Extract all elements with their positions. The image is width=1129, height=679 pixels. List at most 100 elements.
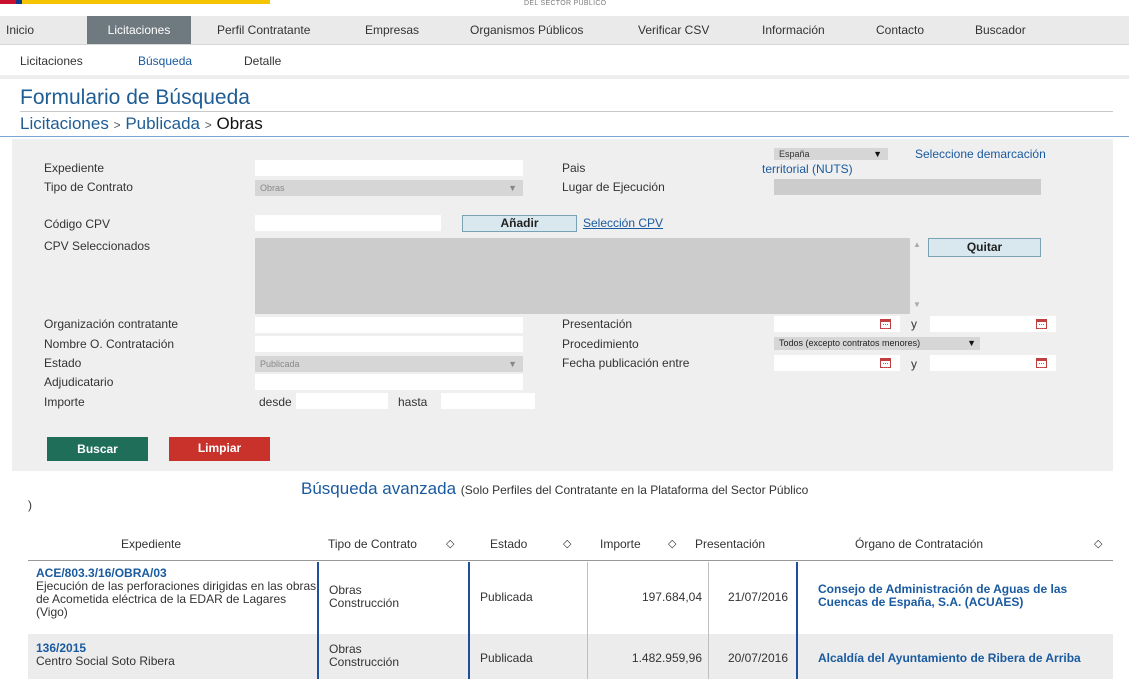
advanced-search-link[interactable]: Búsqueda avanzada (301, 479, 456, 498)
limpiar-button[interactable]: Limpiar (169, 437, 270, 461)
codigo-cpv-label: Código CPV (44, 217, 111, 231)
importe-desde-label: desde (259, 395, 292, 409)
cell-expediente: 136/2015 Centro Social Soto Ribera (28, 634, 317, 679)
sort-icon[interactable]: ◇ (1094, 530, 1102, 558)
nav-perfil-contratante[interactable]: Perfil Contratante (217, 16, 310, 44)
nav-informacion[interactable]: Información (762, 16, 825, 44)
organo-link[interactable]: Alcaldía del Ayuntamiento de Ribera de A… (818, 651, 1081, 665)
chevron-down-icon: ▼ (508, 359, 517, 369)
nav-buscador[interactable]: Buscador (975, 16, 1026, 44)
nav-inicio[interactable]: Inicio (0, 16, 64, 44)
col-organo[interactable]: Órgano de Contratación (855, 530, 983, 558)
breadcrumb-publicada[interactable]: Publicada (125, 114, 200, 133)
estado-value: Publicada (480, 651, 533, 665)
expediente-descripcion: Ejecución de las perforaciones dirigidas… (36, 579, 317, 619)
organo-link[interactable]: Consejo de Administración de Aguas de la… (818, 582, 1067, 609)
adjudicatario-input[interactable] (255, 374, 523, 390)
cell-expediente: ACE/803.3/16/OBRA/03 Ejecución de las pe… (28, 562, 317, 634)
sub-nav: Licitaciones Búsqueda Detalle (0, 45, 1129, 79)
cpv-seleccionados-label: CPV Seleccionados (44, 239, 151, 253)
importe-value: 1.482.959,96 (631, 651, 702, 665)
breadcrumb-obras: Obras (216, 114, 263, 133)
cell-organo: Alcaldía del Ayuntamiento de Ribera de A… (796, 634, 1113, 679)
table-row[interactable]: 136/2015 Centro Social Soto Ribera Obras… (28, 634, 1113, 679)
cell-presentacion: 21/07/2016 (708, 562, 796, 634)
expediente-input[interactable] (255, 160, 523, 176)
chevron-down-icon: ▼ (967, 338, 976, 348)
importe-desde-input[interactable] (296, 393, 388, 409)
presentacion-label: Presentación (562, 317, 633, 331)
col-expediente[interactable]: Expediente (121, 530, 181, 558)
fecha-y-label: y (911, 357, 917, 371)
lugar-ejecucion-field[interactable] (774, 179, 1041, 195)
tipo-contrato-subvalue: Construcción (329, 655, 400, 669)
calendar-icon[interactable] (1036, 358, 1047, 368)
cell-estado: Publicada (468, 562, 587, 634)
remove-cpv-button[interactable]: Quitar (928, 238, 1041, 257)
nav-organismos-publicos[interactable]: Organismos Públicos (470, 16, 583, 44)
demarcacion-link-nuts[interactable]: territorial (NUTS) (762, 162, 853, 176)
organizacion-label: Organización contratante (44, 317, 179, 331)
pais-label: Pais (562, 161, 586, 175)
cpv-selected-list[interactable] (255, 238, 910, 314)
tipo-contrato-label: Tipo de Contrato (44, 180, 133, 194)
breadcrumb-separator: > (204, 118, 212, 132)
page-title: Formulario de Búsqueda (20, 86, 250, 109)
estado-value: Publicada (480, 590, 533, 604)
advanced-search-note-close: ) (28, 498, 32, 512)
subnav-busqueda[interactable]: Búsqueda (138, 45, 192, 77)
tipo-contrato-select[interactable]: Obras ▼ (255, 180, 523, 196)
nombre-contratacion-label: Nombre O. Contratación (44, 337, 175, 351)
presentacion-y-label: y (911, 317, 917, 331)
flag-bar (0, 0, 270, 4)
nav-verificar-csv[interactable]: Verificar CSV (638, 16, 709, 44)
seleccion-cpv-link[interactable]: Selección CPV (583, 216, 663, 230)
nombre-contratacion-input[interactable] (255, 336, 523, 352)
estado-select[interactable]: Publicada ▼ (255, 356, 523, 372)
breadcrumb-separator: > (113, 118, 121, 132)
col-importe[interactable]: Importe (600, 530, 641, 558)
calendar-icon[interactable] (880, 319, 891, 329)
table-row[interactable]: ACE/803.3/16/OBRA/03 Ejecución de las pe… (28, 562, 1113, 634)
add-cpv-button[interactable]: Añadir (462, 215, 577, 232)
sort-icon[interactable]: ◇ (668, 530, 676, 558)
tipo-contrato-subvalue: Construcción (329, 596, 400, 610)
organizacion-input[interactable] (255, 317, 523, 333)
breadcrumb-divider (0, 136, 1129, 137)
col-presentacion[interactable]: Presentación (695, 530, 765, 558)
codigo-cpv-input[interactable] (255, 215, 441, 231)
cell-importe: 1.482.959,96 (587, 634, 708, 679)
nav-licitaciones[interactable]: Licitaciones (87, 16, 191, 44)
cell-tipo-contrato: Obras Construcción (317, 634, 468, 679)
fecha-publicacion-label: Fecha publicación entre (562, 356, 690, 370)
importe-hasta-input[interactable] (441, 393, 535, 409)
procedimiento-label: Procedimiento (562, 337, 639, 351)
sort-icon[interactable]: ◇ (563, 530, 571, 558)
pais-select[interactable]: España ▼ (774, 148, 888, 160)
nav-empresas[interactable]: Empresas (365, 16, 419, 44)
calendar-icon[interactable] (1036, 319, 1047, 329)
cell-organo: Consejo de Administración de Aguas de la… (796, 562, 1113, 634)
calendar-icon[interactable] (880, 358, 891, 368)
subnav-detalle[interactable]: Detalle (244, 45, 281, 77)
estado-label: Estado (44, 356, 82, 370)
scroll-up-icon[interactable]: ▲ (913, 240, 921, 249)
col-tipo-contrato[interactable]: Tipo de Contrato (328, 530, 417, 558)
title-divider (20, 111, 1113, 112)
cell-tipo-contrato: Obras Construcción (317, 562, 468, 634)
cpv-list-scrollbar[interactable]: ▲ ▼ (911, 238, 923, 313)
cell-presentacion: 20/07/2016 (708, 634, 796, 679)
demarcacion-link[interactable]: Seleccione demarcación (915, 147, 1046, 161)
nav-contacto[interactable]: Contacto (876, 16, 924, 44)
procedimiento-select[interactable]: Todos (excepto contratos menores) ▼ (774, 337, 980, 350)
chevron-down-icon: ▼ (873, 149, 882, 159)
header-top-text: DEL SECTOR PÚBLICO (524, 0, 607, 7)
presentacion-value: 21/07/2016 (727, 590, 788, 604)
scroll-down-icon[interactable]: ▼ (913, 300, 921, 309)
col-estado[interactable]: Estado (490, 530, 527, 558)
buscar-button[interactable]: Buscar (47, 437, 148, 461)
breadcrumb-licitaciones[interactable]: Licitaciones (20, 114, 109, 133)
importe-hasta-label: hasta (398, 395, 428, 409)
sort-icon[interactable]: ◇ (446, 530, 454, 558)
subnav-licitaciones[interactable]: Licitaciones (20, 45, 83, 77)
